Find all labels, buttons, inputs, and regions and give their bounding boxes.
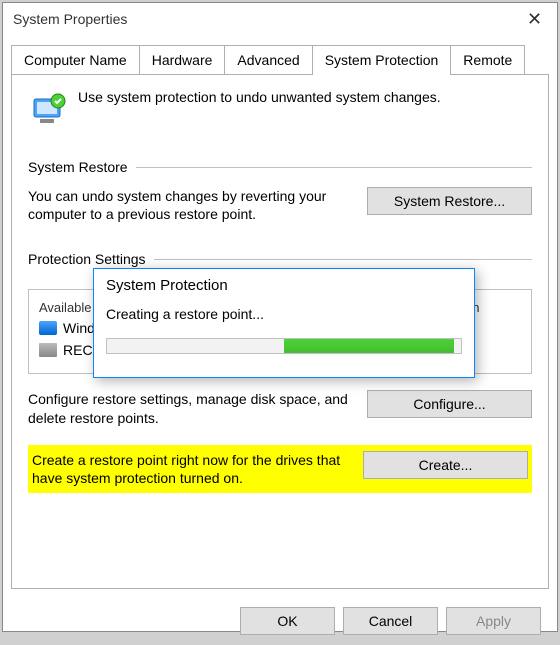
create-row-highlighted: Create a restore point right now for the… <box>28 445 532 493</box>
drive-d-icon <box>39 343 57 357</box>
system-restore-icon <box>28 89 68 129</box>
system-properties-window: System Properties ✕ Computer Name Hardwa… <box>2 2 558 632</box>
system-restore-row: You can undo system changes by reverting… <box>28 187 532 223</box>
progress-message: Creating a restore point... <box>94 300 474 328</box>
progress-bar <box>106 338 462 354</box>
configure-button[interactable]: Configure... <box>367 390 532 418</box>
tab-computer-name[interactable]: Computer Name <box>11 45 140 75</box>
configure-row: Configure restore settings, manage disk … <box>28 390 532 426</box>
ok-button[interactable]: OK <box>240 607 335 635</box>
create-text: Create a restore point right now for the… <box>32 451 363 487</box>
section-protection-settings-title: Protection Settings <box>28 251 532 267</box>
section-system-restore-title: System Restore <box>28 159 532 175</box>
titlebar: System Properties ✕ <box>3 3 557 35</box>
configure-text: Configure restore settings, manage disk … <box>28 390 367 426</box>
cancel-button[interactable]: Cancel <box>343 607 438 635</box>
tab-system-protection[interactable]: System Protection <box>312 45 452 75</box>
protection-settings-label: Protection Settings <box>28 251 146 267</box>
tab-hardware[interactable]: Hardware <box>139 45 226 75</box>
tabs: Computer Name Hardware Advanced System P… <box>11 45 549 75</box>
divider <box>154 259 532 260</box>
tab-remote[interactable]: Remote <box>450 45 525 75</box>
intro-text: Use system protection to undo unwanted s… <box>78 89 441 105</box>
divider <box>136 167 532 168</box>
tab-advanced[interactable]: Advanced <box>224 45 312 75</box>
progress-dialog: System Protection Creating a restore poi… <box>93 268 475 378</box>
intro-row: Use system protection to undo unwanted s… <box>28 89 532 129</box>
close-icon[interactable]: ✕ <box>512 3 557 35</box>
system-restore-text: You can undo system changes by reverting… <box>28 187 367 223</box>
system-restore-label: System Restore <box>28 159 128 175</box>
dialog-button-row: OK Cancel Apply <box>3 597 557 645</box>
progress-dialog-title: System Protection <box>94 269 474 300</box>
apply-button[interactable]: Apply <box>446 607 541 635</box>
window-title: System Properties <box>13 11 127 27</box>
progress-fill <box>284 339 454 353</box>
create-button[interactable]: Create... <box>363 451 528 479</box>
drive-c-icon <box>39 321 57 335</box>
system-restore-button[interactable]: System Restore... <box>367 187 532 215</box>
